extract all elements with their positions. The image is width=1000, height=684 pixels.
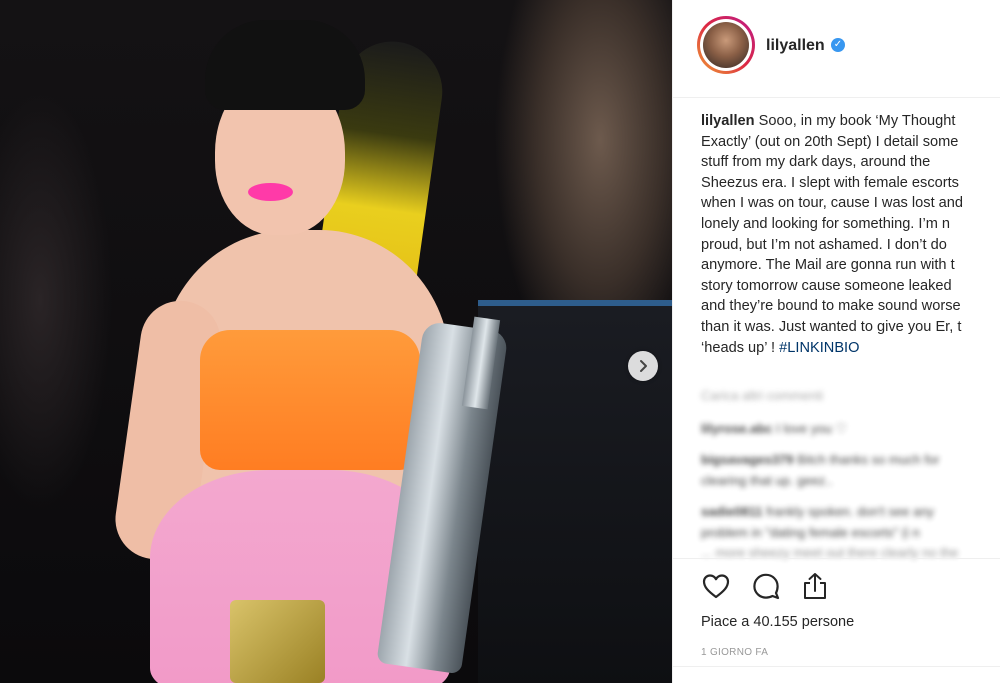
caption-line: Sheezus era. I slept with female escorts xyxy=(701,174,959,191)
caption-username-link[interactable]: lilyallen xyxy=(701,113,755,129)
comment-item: bigsavages379 Bitch thanks so much for xyxy=(701,452,939,467)
post-side-panel: lilyallen ✓ lilyallen Sooo, in my book ‘… xyxy=(672,0,1000,683)
share-button[interactable] xyxy=(800,571,830,601)
hashtag-link[interactable]: #LINKINBIO xyxy=(779,340,859,356)
photo-hair-fringe xyxy=(205,20,365,110)
divider xyxy=(673,666,1000,667)
caption-line: when I was on tour, cause I was lost and xyxy=(701,195,964,212)
caption-line: Exactly’ (out on 20th Sept) I detail som… xyxy=(701,133,959,150)
caption-line: than it was. Just wanted to give you Er,… xyxy=(701,318,962,335)
avatar-frame xyxy=(700,19,752,71)
comment-username[interactable]: bigsavages379 xyxy=(701,452,794,467)
header-username-link[interactable]: lilyallen xyxy=(766,37,825,55)
photo-orange-top xyxy=(200,330,420,470)
photo-lips xyxy=(248,183,293,201)
comment-item: sadie0811 frankly spoken. don't see any xyxy=(701,504,934,519)
comment-text: I love you ♡ xyxy=(776,421,848,436)
comment-item: lilyrose.abc I love you ♡ xyxy=(701,421,847,437)
load-more-comments-link[interactable]: Carica altri commenti xyxy=(701,388,823,403)
avatar[interactable] xyxy=(697,16,755,74)
caption-line: ‘heads up’ ! xyxy=(701,339,776,356)
caption-line: Sooo, in my book ‘My Thought xyxy=(758,113,956,129)
comment-text: clearing that up. geez.. xyxy=(701,473,833,488)
post-timestamp[interactable]: 1 GIORNO FA xyxy=(701,647,768,658)
post-caption: lilyallen Sooo, in my book ‘My Thought E… xyxy=(701,111,1000,358)
avatar-image xyxy=(703,22,749,68)
caption-line: anymore. The Mail are gonna run with t xyxy=(701,257,955,274)
caption-line: and they’re bound to make sound worse xyxy=(701,298,961,315)
caption-line: stuff from my dark days, around the xyxy=(701,154,931,171)
caption-line: proud, but I’m not ashamed. I don’t do xyxy=(701,236,947,253)
comment-text: frankly spoken. don't see any xyxy=(766,504,935,519)
like-button[interactable] xyxy=(701,571,731,601)
caption-line: story tomorrow cause someone leaked xyxy=(701,277,952,294)
comment-text: Bitch thanks so much for xyxy=(797,452,940,467)
chevron-right-icon xyxy=(640,360,647,372)
comment-icon xyxy=(753,573,780,600)
heart-icon xyxy=(702,574,730,599)
next-photo-button[interactable] xyxy=(628,351,658,381)
photo-purse xyxy=(230,600,325,683)
comment-username[interactable]: lilyrose.abc xyxy=(701,421,773,436)
post-header: lilyallen ✓ xyxy=(673,0,1000,98)
share-icon xyxy=(804,573,826,599)
likes-count[interactable]: Piace a 40.155 persone xyxy=(701,614,854,630)
post-photo[interactable] xyxy=(0,0,672,683)
verified-badge-icon: ✓ xyxy=(831,38,845,52)
comment-username[interactable]: sadie0811 xyxy=(701,504,762,519)
comment-button[interactable] xyxy=(751,571,781,601)
comment-text: problem in "dating female escorts" (i n xyxy=(701,525,920,540)
caption-line: lonely and looking for something. I’m n xyxy=(701,215,951,232)
